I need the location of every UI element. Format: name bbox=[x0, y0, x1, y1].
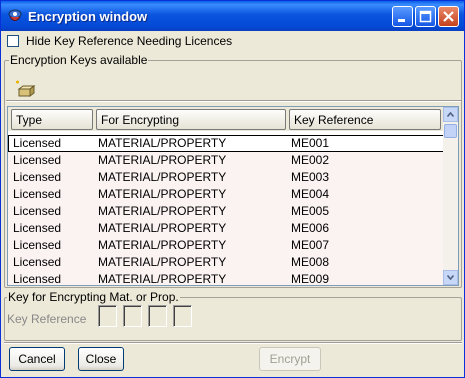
title-bar[interactable]: Encryption window bbox=[1, 1, 464, 31]
minimize-icon bbox=[398, 19, 405, 22]
column-header-for-encrypting[interactable]: For Encrypting bbox=[96, 109, 286, 130]
table-row[interactable]: Licensed MATERIAL/PROPERTY ME007 bbox=[8, 237, 444, 254]
cell-for-encrypting: MATERIAL/PROPERTY bbox=[98, 153, 227, 167]
close-window-button[interactable] bbox=[438, 6, 459, 27]
cell-type: Licensed bbox=[13, 255, 62, 269]
cancel-button[interactable]: Cancel bbox=[9, 347, 65, 371]
new-key-icon[interactable] bbox=[13, 77, 37, 99]
maximize-button[interactable] bbox=[415, 6, 436, 27]
maximize-icon bbox=[419, 10, 432, 23]
vertical-scrollbar[interactable] bbox=[443, 107, 458, 285]
close-button[interactable]: Close bbox=[78, 347, 124, 371]
encryption-keys-table[interactable]: Type For Encrypting Key Reference Licens… bbox=[7, 106, 459, 286]
cell-for-encrypting: MATERIAL/PROPERTY bbox=[98, 136, 227, 150]
minimize-button[interactable] bbox=[392, 6, 413, 27]
table-row[interactable]: Licensed MATERIAL/PROPERTY ME001 bbox=[8, 135, 444, 152]
cell-for-encrypting: MATERIAL/PROPERTY bbox=[98, 204, 227, 218]
cell-for-encrypting: MATERIAL/PROPERTY bbox=[98, 272, 227, 286]
table-row[interactable]: Licensed MATERIAL/PROPERTY ME006 bbox=[8, 220, 444, 237]
key-reference-label: Key Reference bbox=[7, 312, 87, 326]
encryption-window: Encryption window Hide Key Reference Nee… bbox=[0, 0, 465, 378]
cell-for-encrypting: MATERIAL/PROPERTY bbox=[98, 187, 227, 201]
cell-key-reference: ME001 bbox=[291, 136, 330, 150]
key-reference-field-3[interactable] bbox=[148, 305, 167, 327]
cell-key-reference: ME009 bbox=[291, 272, 330, 286]
cell-key-reference: ME004 bbox=[291, 187, 330, 201]
cell-key-reference: ME002 bbox=[291, 153, 330, 167]
key-reference-field-2[interactable] bbox=[123, 305, 142, 327]
encryption-keys-group-label: Encryption Keys available bbox=[9, 53, 149, 67]
cell-for-encrypting: MATERIAL/PROPERTY bbox=[98, 170, 227, 184]
cell-for-encrypting: MATERIAL/PROPERTY bbox=[98, 255, 227, 269]
table-row[interactable]: Licensed MATERIAL/PROPERTY ME003 bbox=[8, 169, 444, 186]
column-header-key-reference[interactable]: Key Reference bbox=[289, 109, 441, 130]
cell-type: Licensed bbox=[13, 204, 62, 218]
cell-type: Licensed bbox=[13, 238, 62, 252]
key-reference-field-4[interactable] bbox=[173, 305, 192, 327]
table-row[interactable]: Licensed MATERIAL/PROPERTY ME002 bbox=[8, 152, 444, 169]
table-header: Type For Encrypting Key Reference bbox=[8, 107, 444, 131]
scroll-up-button[interactable] bbox=[443, 107, 458, 122]
cell-key-reference: ME007 bbox=[291, 238, 330, 252]
scroll-down-icon bbox=[446, 274, 455, 281]
button-separator bbox=[4, 342, 462, 344]
table-row[interactable]: Licensed MATERIAL/PROPERTY ME008 bbox=[8, 254, 444, 271]
table-row[interactable]: Licensed MATERIAL/PROPERTY ME004 bbox=[8, 186, 444, 203]
scroll-down-button[interactable] bbox=[443, 270, 458, 285]
cell-key-reference: ME005 bbox=[291, 204, 330, 218]
key-reference-field-1[interactable] bbox=[98, 305, 117, 327]
scroll-thumb[interactable] bbox=[444, 124, 457, 138]
cell-for-encrypting: MATERIAL/PROPERTY bbox=[98, 221, 227, 235]
table-row[interactable]: Licensed MATERIAL/PROPERTY ME009 bbox=[8, 271, 444, 286]
app-icon bbox=[8, 9, 22, 21]
cell-type: Licensed bbox=[13, 136, 62, 150]
hide-licences-checkbox[interactable] bbox=[7, 35, 19, 47]
encrypt-key-group-label: Key for Encrypting Mat. or Prop. bbox=[7, 290, 180, 304]
cell-for-encrypting: MATERIAL/PROPERTY bbox=[98, 238, 227, 252]
cell-key-reference: ME003 bbox=[291, 170, 330, 184]
scroll-up-icon bbox=[446, 111, 455, 118]
encrypt-button[interactable]: Encrypt bbox=[259, 347, 321, 371]
close-icon bbox=[443, 11, 454, 22]
cell-type: Licensed bbox=[13, 221, 62, 235]
cell-type: Licensed bbox=[13, 272, 62, 286]
cell-type: Licensed bbox=[13, 170, 62, 184]
column-header-type[interactable]: Type bbox=[11, 109, 93, 130]
window-title: Encryption window bbox=[28, 9, 148, 24]
cell-type: Licensed bbox=[13, 187, 62, 201]
toolbar-separator bbox=[6, 100, 461, 102]
hide-licences-label: Hide Key Reference Needing Licences bbox=[26, 34, 233, 48]
cell-type: Licensed bbox=[13, 153, 62, 167]
cell-key-reference: ME006 bbox=[291, 221, 330, 235]
table-row[interactable]: Licensed MATERIAL/PROPERTY ME005 bbox=[8, 203, 444, 220]
cell-key-reference: ME008 bbox=[291, 255, 330, 269]
